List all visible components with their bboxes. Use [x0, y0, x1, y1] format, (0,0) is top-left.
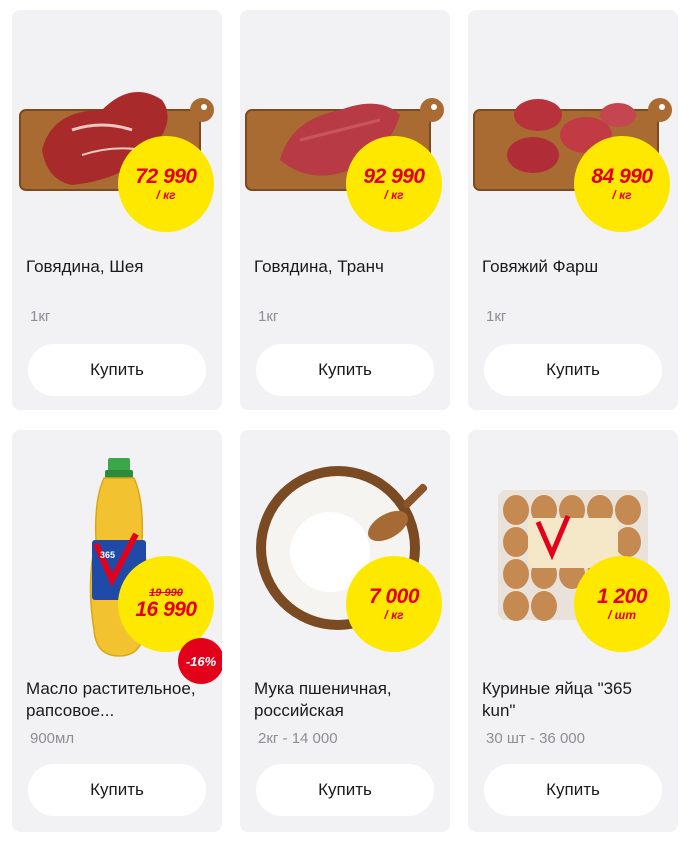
price: 84 990 — [591, 165, 653, 188]
price-unit: / шт — [607, 608, 636, 622]
svg-text:365: 365 — [100, 550, 115, 560]
product-weight: 1кг — [486, 308, 507, 325]
product-title[interactable]: Масло растительное, рапсовое... — [26, 678, 212, 722]
product-image[interactable]: 365 19 990 16 990 -16% — [12, 430, 222, 684]
price: 16 990 — [135, 598, 197, 621]
product-card[interactable]: 72 990 / кг Говядина, Шея 1кг Купить — [12, 10, 222, 410]
buy-button[interactable]: Купить — [484, 344, 662, 396]
buy-button[interactable]: Купить — [256, 764, 434, 816]
price: 92 990 — [363, 165, 425, 188]
price-unit: / кг — [156, 188, 176, 202]
price-unit: / кг — [384, 188, 404, 202]
product-image[interactable]: 84 990 / кг — [468, 10, 678, 232]
price-badge: 84 990 / кг — [574, 136, 670, 232]
product-weight: 1кг — [258, 308, 279, 325]
price-badge: 1 200 / шт — [574, 556, 670, 652]
price: 72 990 — [135, 165, 197, 188]
product-card[interactable]: 1 200 / шт Куриные яйца "365 kun" 30 шт … — [468, 430, 678, 832]
product-title[interactable]: Говядина, Шея — [26, 256, 212, 278]
product-image[interactable]: 72 990 / кг — [12, 10, 222, 232]
buy-button[interactable]: Купить — [28, 344, 206, 396]
product-card[interactable]: 84 990 / кг Говяжий Фарш 1кг Купить — [468, 10, 678, 410]
product-title[interactable]: Куриные яйца "365 kun" — [482, 678, 668, 722]
buy-button[interactable]: Купить — [256, 344, 434, 396]
price-badge: 7 000 / кг — [346, 556, 442, 652]
product-title[interactable]: Мука пшеничная, российская — [254, 678, 440, 722]
price: 7 000 — [368, 585, 420, 608]
product-weight: 900мл — [30, 730, 75, 747]
product-title[interactable]: Говяжий Фарш — [482, 256, 668, 278]
product-card[interactable]: 7 000 / кг Мука пшеничная, российская 2к… — [240, 430, 450, 832]
product-image[interactable]: 1 200 / шт — [468, 430, 678, 652]
product-weight: 30 шт - 36 000 — [486, 730, 585, 747]
product-image[interactable]: 7 000 / кг — [240, 430, 450, 652]
price-unit: / кг — [612, 188, 632, 202]
product-image[interactable]: 92 990 / кг — [240, 10, 450, 232]
product-card[interactable]: 92 990 / кг Говядина, Транч 1кг Купить — [240, 10, 450, 410]
product-title[interactable]: Говядина, Транч — [254, 256, 440, 278]
product-weight: 2кг - 14 000 — [258, 730, 338, 747]
buy-button[interactable]: Купить — [28, 764, 206, 816]
price-badge: 92 990 / кг — [346, 136, 442, 232]
buy-button[interactable]: Купить — [484, 764, 662, 816]
product-weight: 1кг — [30, 308, 51, 325]
product-card[interactable]: 365 19 990 16 990 -16% Масло растительно… — [12, 430, 222, 832]
price: 1 200 — [596, 585, 648, 608]
price-badge: 72 990 / кг — [118, 136, 214, 232]
price-unit: / кг — [384, 608, 404, 622]
